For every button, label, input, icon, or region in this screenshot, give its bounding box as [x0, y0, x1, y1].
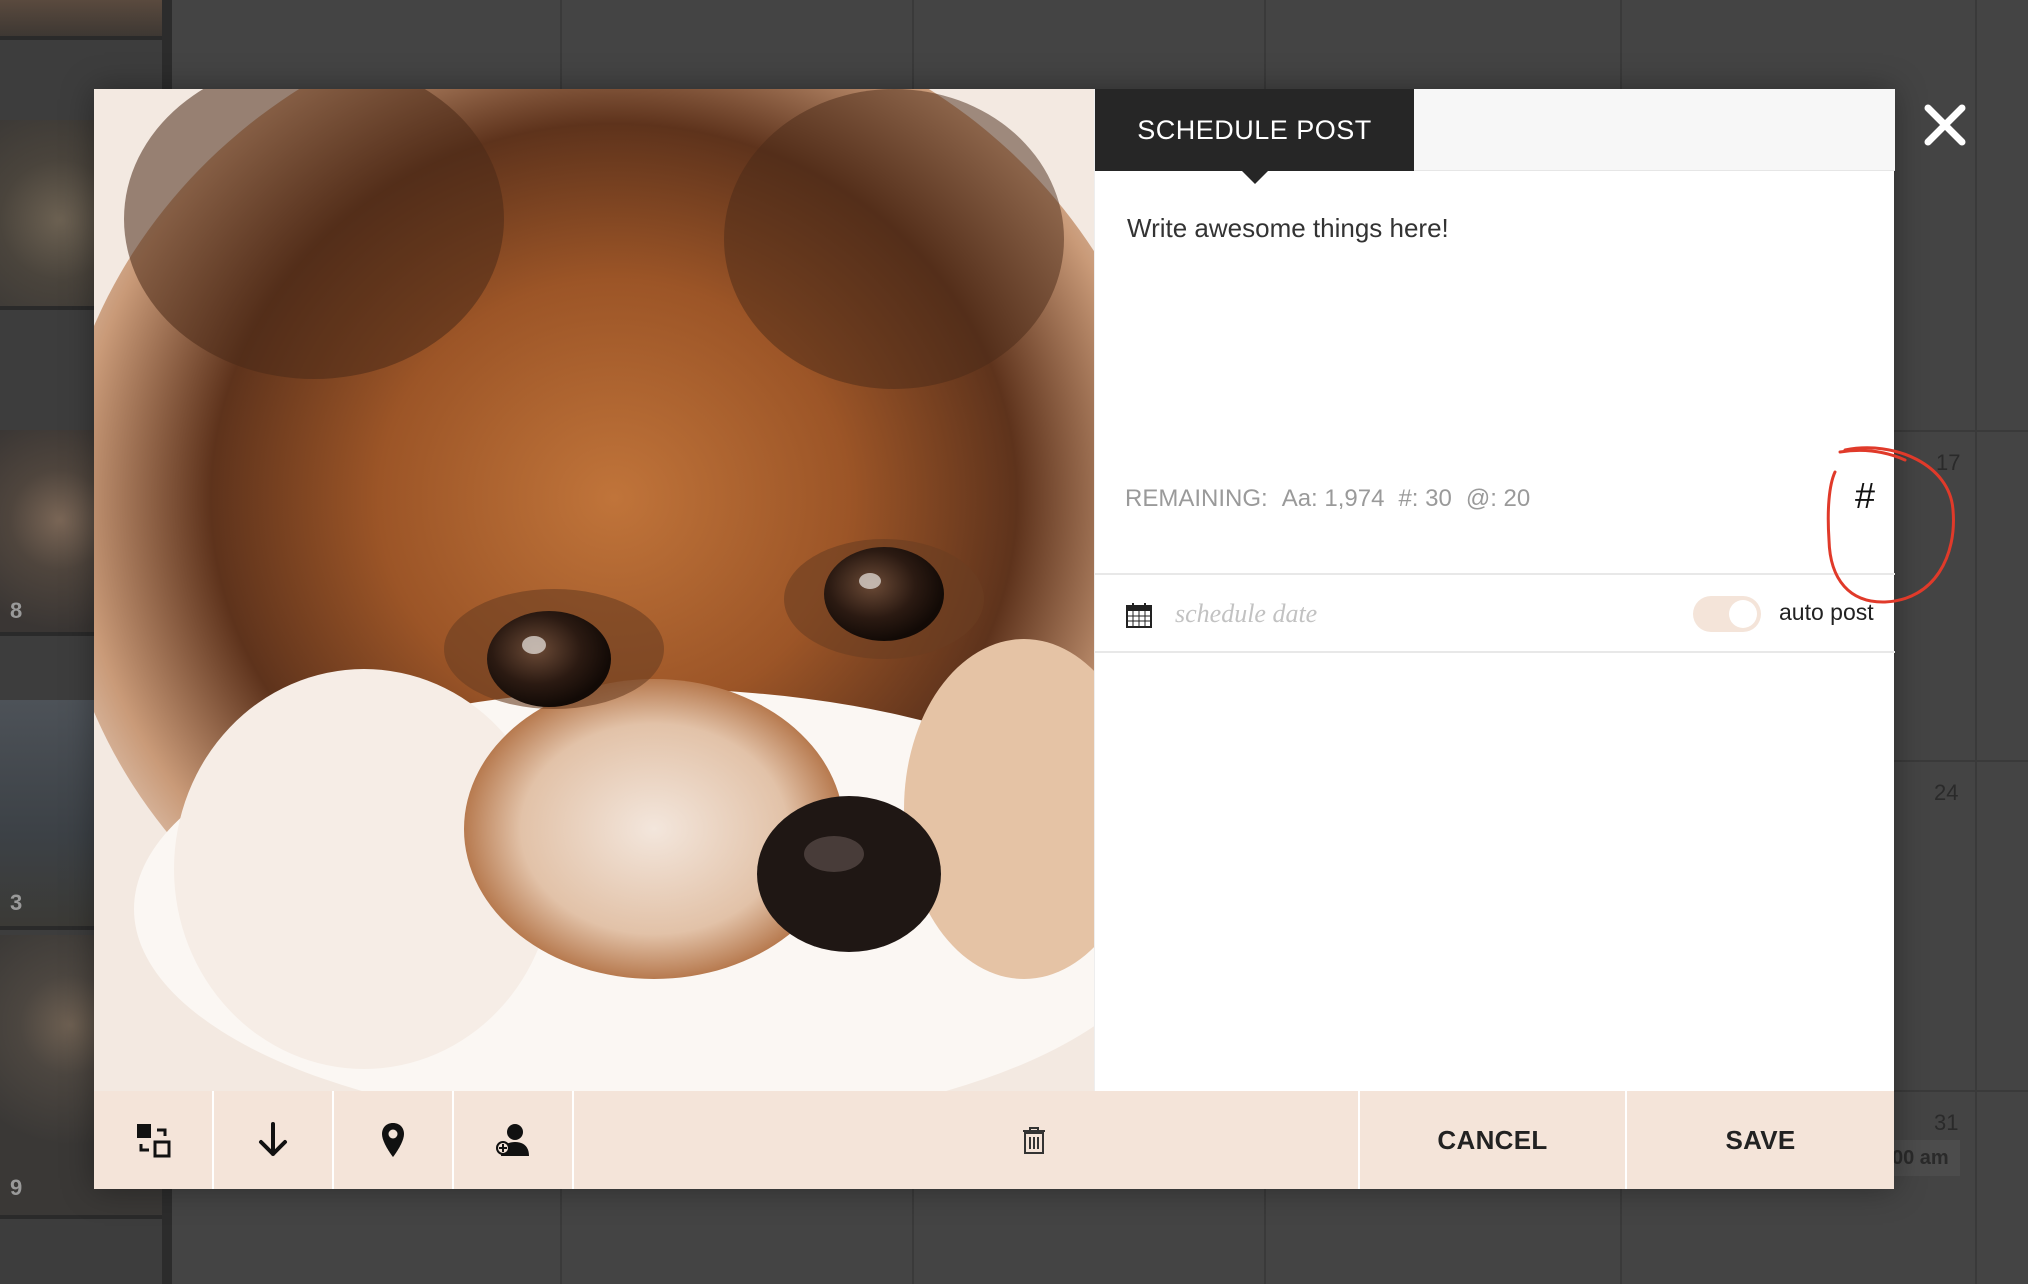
- action-bar: CANCEL SAVE: [1094, 1091, 1894, 1189]
- library-thumbnail[interactable]: [0, 0, 162, 40]
- auto-post-label: auto post: [1779, 599, 1874, 625]
- calendar-day-number[interactable]: 17: [1936, 450, 1960, 476]
- cancel-button[interactable]: CANCEL: [1360, 1091, 1627, 1189]
- tag-user-icon: [496, 1124, 529, 1156]
- remaining-label: REMAINING:: [1125, 485, 1268, 512]
- caption-section: REMAINING: Aa: 1,974 #: 30 @: 20 #: [1095, 171, 1895, 575]
- thumbnail-count: 3: [10, 890, 23, 915]
- remaining-chars: Aa: 1,974: [1281, 485, 1385, 512]
- thumbnail-count: 8: [10, 598, 23, 623]
- photo-toolbar: [94, 1091, 1094, 1189]
- schedule-date-row: auto post: [1095, 575, 1895, 653]
- trash-icon: [1023, 1127, 1045, 1154]
- remaining-counter: REMAINING: Aa: 1,974 #: 30 @: 20: [1125, 485, 1544, 513]
- post-details-panel: SCHEDULE POST REMAINING: Aa: 1,974 #: 30 @:…: [1094, 89, 1895, 1091]
- close-button[interactable]: [1922, 102, 1968, 148]
- calendar-icon: [1126, 603, 1152, 628]
- thumbnail-count: 9: [10, 1175, 23, 1200]
- download-icon: [259, 1122, 287, 1156]
- tab-schedule-post[interactable]: SCHEDULE POST: [1095, 89, 1414, 171]
- remaining-mentions: @: 20: [1465, 485, 1531, 512]
- delete-media-button[interactable]: [974, 1091, 1094, 1189]
- auto-post-toggle[interactable]: [1693, 596, 1761, 632]
- close-icon: [1924, 104, 1966, 146]
- calendar-day-number[interactable]: 24: [1934, 780, 1958, 806]
- swap-media-button[interactable]: [94, 1091, 214, 1189]
- toggle-knob: [1729, 600, 1757, 628]
- scheduled-time-chip[interactable]: 00 am: [1890, 1140, 1960, 1176]
- schedule-date-input[interactable]: [1173, 591, 1573, 637]
- tag-user-button[interactable]: [454, 1091, 574, 1189]
- location-pin-icon: [382, 1123, 404, 1157]
- caption-input[interactable]: [1125, 211, 1865, 451]
- save-button[interactable]: SAVE: [1627, 1091, 1894, 1189]
- remaining-hashtags: #: 30: [1398, 485, 1452, 512]
- calendar-day-number[interactable]: 31: [1934, 1110, 1958, 1136]
- swap-media-icon: [137, 1124, 171, 1158]
- panel-tabbar: SCHEDULE POST: [1095, 89, 1895, 184]
- location-button[interactable]: [334, 1091, 454, 1189]
- schedule-post-modal: SCHEDULE POST REMAINING: Aa: 1,974 #: 30 @:…: [94, 89, 1895, 1189]
- post-photo-preview: [94, 89, 1094, 1091]
- hashtag-button[interactable]: #: [1845, 471, 1885, 521]
- download-button[interactable]: [214, 1091, 334, 1189]
- action-bar-spacer: [1094, 1091, 1360, 1189]
